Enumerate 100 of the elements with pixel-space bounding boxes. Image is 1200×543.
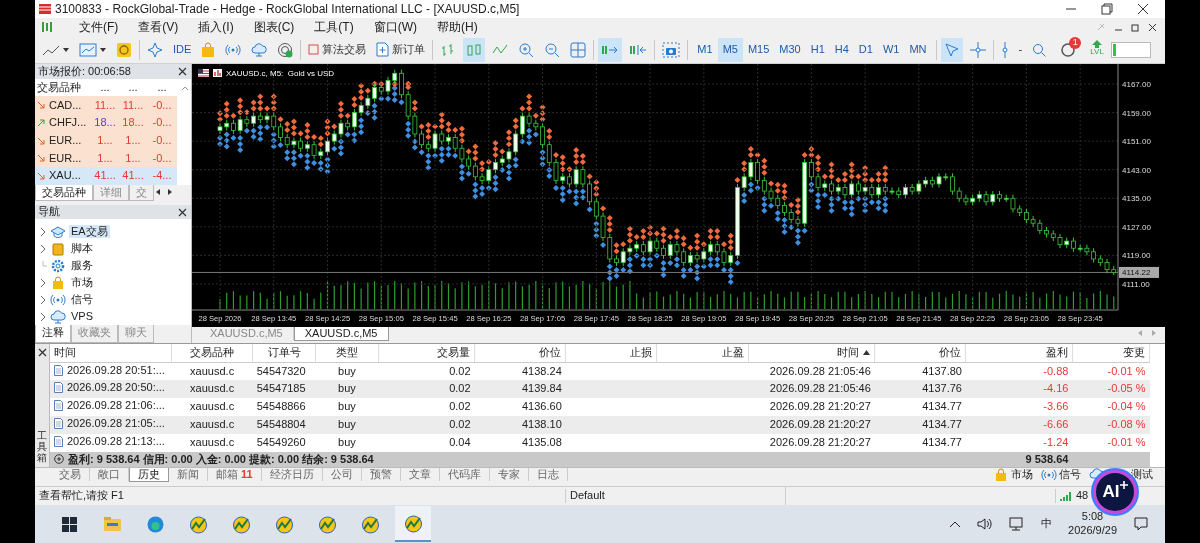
table-cell: -0.05 % xyxy=(1072,380,1150,398)
shortcut-link[interactable]: 市场 xyxy=(1011,468,1033,482)
algo-trading-button[interactable]: 算法交易 xyxy=(305,37,370,62)
table-cell-text: 41... xyxy=(121,169,145,183)
column-header[interactable]: ... xyxy=(119,81,147,95)
toolbox-tab[interactable]: 预警 xyxy=(361,468,401,482)
toolbox-tab[interactable]: 历史 xyxy=(129,468,169,483)
table-cell-text: 18... xyxy=(121,116,145,130)
chat-button[interactable]: 1 xyxy=(1057,37,1080,62)
column-header[interactable]: 交易品种 xyxy=(35,81,91,95)
menu-item[interactable]: 帮助(H) xyxy=(427,19,488,35)
toolbox-tab[interactable]: 日志 xyxy=(528,468,568,482)
table-cell: 4137.76 xyxy=(874,380,966,398)
clock-date: 2026/9/29 xyxy=(1068,524,1117,538)
table-cell: buy xyxy=(315,380,379,398)
price-label: 4135.00 xyxy=(1122,194,1151,204)
timeframe-button[interactable]: H1 xyxy=(805,37,830,62)
minus-button[interactable]: - xyxy=(1015,37,1026,62)
ide-button[interactable]: IDE xyxy=(170,37,195,62)
column-header[interactable]: 时间 xyxy=(748,344,875,362)
table-cell: xauusd.c xyxy=(171,380,253,398)
symbol-row[interactable]: CHFJ... 18... 18... -0... xyxy=(35,114,177,132)
column-header[interactable]: 交易品种 xyxy=(171,344,253,362)
toolbox-tab[interactable]: 经济日历 xyxy=(261,468,323,482)
timeframe-button[interactable]: W1 xyxy=(877,37,905,62)
table-cell-text: 11... xyxy=(93,98,117,112)
timeframe-button[interactable]: M15 xyxy=(742,37,775,62)
tree-item[interactable]: 信号 xyxy=(69,293,95,307)
column-header[interactable]: 变更 xyxy=(1072,344,1150,362)
column-header[interactable]: 订单号 xyxy=(252,344,316,362)
table-cell: 0.02 xyxy=(378,398,475,416)
table-cell: 2026.09.28 21:05:46 xyxy=(748,362,875,380)
table-cell: -4.16 xyxy=(966,380,1073,398)
table-cell: 4134.77 xyxy=(874,398,966,416)
timeframe-button[interactable]: MN xyxy=(904,37,932,62)
status-help-text: 查看帮忙,请按 F1 xyxy=(39,489,124,502)
table-cell-text: -0... xyxy=(151,116,173,130)
table-cell: 2026.09.28 20:50:... xyxy=(67,381,165,395)
table-cell: CAD... xyxy=(49,98,82,112)
table-cell-text: 1... xyxy=(124,151,142,165)
table-cell: 54548804 xyxy=(252,416,316,434)
column-header[interactable]: ... xyxy=(91,81,119,95)
table-cell: 2026.09.28 21:13:... xyxy=(67,435,165,449)
table-cell: -0.01 % xyxy=(1072,362,1150,380)
toolbox-tab[interactable]: 文章 xyxy=(400,468,440,482)
menu-item[interactable]: 插入(I) xyxy=(188,19,244,35)
panel-tab[interactable]: 注释 xyxy=(35,325,71,343)
shortcut-link[interactable]: 信号 xyxy=(1059,468,1081,482)
timeframe-button[interactable]: H4 xyxy=(829,37,854,62)
table-cell: 4138.24 xyxy=(474,362,566,380)
column-header[interactable]: 类型 xyxy=(315,344,379,362)
column-header[interactable]: 价位 xyxy=(474,344,566,362)
toolbox-tab[interactable]: 专家 xyxy=(489,468,529,482)
table-cell-text: 1... xyxy=(96,134,114,148)
column-header[interactable]: 止损 xyxy=(565,344,657,362)
chart-tab[interactable]: XAUUSD.c,M5 xyxy=(293,327,389,342)
table-cell: -0.04 % xyxy=(1072,398,1150,416)
table-cell: 2026.09.28 21:20:27 xyxy=(748,398,875,416)
menu-item[interactable]: 查看(V) xyxy=(128,19,189,35)
table-cell: buy xyxy=(315,434,379,452)
timeframe-button[interactable]: M1 xyxy=(692,37,718,62)
input-method-indicator[interactable]: 中 xyxy=(1041,517,1053,531)
tree-item[interactable]: 脚本 xyxy=(69,242,95,256)
tree-item[interactable]: EA交易 xyxy=(69,225,110,239)
price-label: 4143.00 xyxy=(1122,165,1151,175)
menu-item[interactable]: 文件(F) xyxy=(69,19,129,35)
connection-speed: 48 xyxy=(1076,489,1089,503)
timeframe-button[interactable]: M5 xyxy=(717,37,743,62)
table-cell: buy xyxy=(315,416,379,434)
toolbox-tab[interactable]: 邮箱 11 xyxy=(208,468,262,482)
column-header[interactable]: 价位 xyxy=(874,344,966,362)
new-order-button[interactable]: 新订单 xyxy=(373,37,429,62)
toolbox-tab[interactable]: 新闻 xyxy=(169,468,208,482)
table-cell-text: -0... xyxy=(151,98,173,112)
table-cell: xauusd.c xyxy=(171,416,253,434)
menu-item[interactable]: 工具(T) xyxy=(304,19,364,35)
column-header[interactable]: 时间 xyxy=(50,344,172,362)
toolbox-tab[interactable]: 交易 xyxy=(51,468,90,482)
column-header[interactable]: 止盈 xyxy=(656,344,749,362)
symbol-row[interactable]: XAU... 41... 41... -4... xyxy=(35,167,177,185)
toolbox-tab[interactable]: 公司 xyxy=(322,468,362,482)
tree-item[interactable]: VPS xyxy=(69,310,95,324)
timeframe-button[interactable]: D1 xyxy=(853,37,878,62)
panel-title: 导航 xyxy=(38,205,60,219)
column-header[interactable]: 盈利 xyxy=(966,344,1073,362)
table-cell: 2026.09.28 21:05:46 xyxy=(748,380,875,398)
panel-title: 市场报价: 00:06:58 xyxy=(38,64,131,78)
table-cell-text: 11... xyxy=(121,98,145,112)
chart-title: XAUUSD.c, M5: Gold vs USD xyxy=(226,69,335,78)
tree-item[interactable]: 市场 xyxy=(69,276,95,290)
timeframe-button[interactable]: M30 xyxy=(774,37,806,62)
menu-item[interactable]: 窗口(W) xyxy=(363,19,427,35)
column-header[interactable]: 交易量 xyxy=(378,344,475,362)
menu-item[interactable]: 图表(C) xyxy=(243,19,305,35)
price-label: 4159.00 xyxy=(1122,108,1151,118)
symbol-row[interactable]: CAD... 11... 11... -0... xyxy=(35,96,177,115)
column-header[interactable]: ... xyxy=(147,81,177,95)
table-cell: 2026.09.28 21:05:... xyxy=(67,417,165,431)
tree-item[interactable]: 服务 xyxy=(69,259,95,273)
toolbox-tab[interactable]: 代码库 xyxy=(439,468,490,482)
